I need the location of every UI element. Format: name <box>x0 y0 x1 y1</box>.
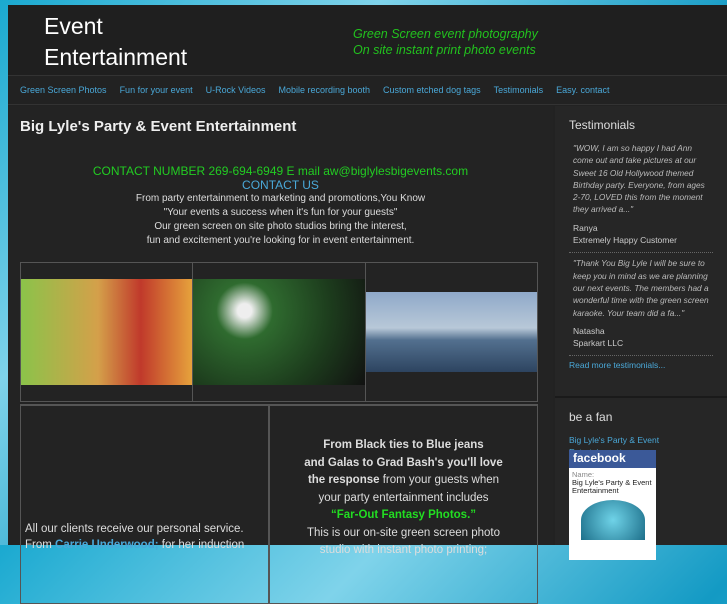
text: for her induction <box>161 539 245 551</box>
facebook-logo: facebook <box>569 450 656 468</box>
intro: CONTACT NUMBER 269-694-6949 E mail aw@bi… <box>8 164 553 248</box>
fan-box: be a fan Big Lyle's Party & Event Entert… <box>555 396 727 560</box>
photo-green-screen-guests[interactable] <box>21 279 193 385</box>
text: and Galas to Grad Bash's you'll love <box>304 456 503 469</box>
testimonials-heading: Testimonials <box>569 118 636 132</box>
text: This is our on-site green screen photo <box>306 526 501 539</box>
contact-us-link[interactable]: CONTACT US <box>8 178 553 192</box>
main-nav: Green Screen Photos Fun for your event U… <box>8 75 727 105</box>
content-table: All our clients receive our personal ser… <box>20 404 538 604</box>
intro-line: "Your events a success when it's fun for… <box>163 207 398 218</box>
nav-green-screen-photos[interactable]: Green Screen Photos <box>20 85 107 95</box>
page-logo-image <box>580 500 645 540</box>
divider <box>569 355 713 357</box>
nav-u-rock-videos[interactable]: U-Rock Videos <box>206 85 266 95</box>
intro-line: From party entertainment to marketing an… <box>135 193 426 204</box>
logo-line: Entertainment <box>44 44 188 70</box>
left-cell: All our clients receive our personal ser… <box>20 406 269 604</box>
be-a-fan-heading: be a fan <box>569 410 613 424</box>
right-cell: From Black ties to Blue jeans and Galas … <box>269 406 538 604</box>
text: the response <box>307 474 380 486</box>
nav-fun-for-your-event[interactable]: Fun for your event <box>120 85 193 95</box>
tagline-line: Green Screen event photography <box>353 27 538 41</box>
logo-line: Event <box>44 13 103 39</box>
photo-studio-setup[interactable] <box>193 279 365 385</box>
header: Event Entertainment Green Screen event ph… <box>8 5 727 75</box>
text: From Black ties to Blue jeans <box>323 439 484 451</box>
tagline: Green Screen event photography On site in… <box>353 26 538 58</box>
author-name: Natasha <box>573 325 605 336</box>
intro-line: Our green screen on site photo studios b… <box>154 221 407 232</box>
testimonial-quote: "Thank You Big Lyle I will be sure to ke… <box>573 258 709 318</box>
nav-testimonials[interactable]: Testimonials <box>494 85 544 95</box>
intro-line: fun and excitement you're looking for in… <box>146 235 415 246</box>
fb-page-name: Big Lyle's Party & Event Entertainment <box>572 478 652 495</box>
text: From <box>25 539 52 551</box>
page-title: Big Lyle's Party & Event Entertainment <box>20 118 297 135</box>
read-more-testimonials-link[interactable]: Read more testimonials... <box>569 360 727 370</box>
nav-mobile-recording-booth[interactable]: Mobile recording booth <box>278 85 370 95</box>
sidebar: Testimonials "WOW, I am so happy I had A… <box>555 106 727 560</box>
carrie-underwood-link[interactable]: Carrie Underwood; <box>55 539 159 551</box>
left-text: All our clients receive our personal ser… <box>25 523 244 535</box>
testimonial-quote: "WOW, I am so happy I had Ann come out a… <box>573 143 705 215</box>
nav-dog-tags[interactable]: Custom etched dog tags <box>383 85 481 95</box>
nav-contact[interactable]: Easy. contact <box>556 85 609 95</box>
facebook-widget[interactable]: facebook Name: Big Lyle's Party & Event E… <box>569 450 656 560</box>
site-logo[interactable]: Event Entertainment <box>44 11 187 73</box>
photo-city-boat[interactable] <box>365 292 537 372</box>
author-name: Ranya <box>573 222 598 233</box>
photo-gallery <box>20 262 538 402</box>
author-title: Extremely Happy Customer <box>573 235 677 246</box>
tagline-line: On site instant print photo events <box>353 43 536 57</box>
testimonial-author: Ranya Extremely Happy Customer <box>573 222 713 247</box>
testimonial-author: Natasha Sparkart LLC <box>573 325 713 350</box>
contact-line: CONTACT NUMBER 269-694-6949 E mail aw@bi… <box>92 164 469 178</box>
text: your party entertainment includes <box>318 491 489 504</box>
author-title: Sparkart LLC <box>573 338 624 349</box>
divider <box>569 252 713 254</box>
page: Event Entertainment Green Screen event ph… <box>8 5 727 604</box>
main-content: Big Lyle's Party & Event Entertainment C… <box>8 106 553 604</box>
text: from your guests when <box>379 474 500 486</box>
far-out-fantasy-photos: “Far-Out Fantasy Photos.” <box>330 509 477 521</box>
